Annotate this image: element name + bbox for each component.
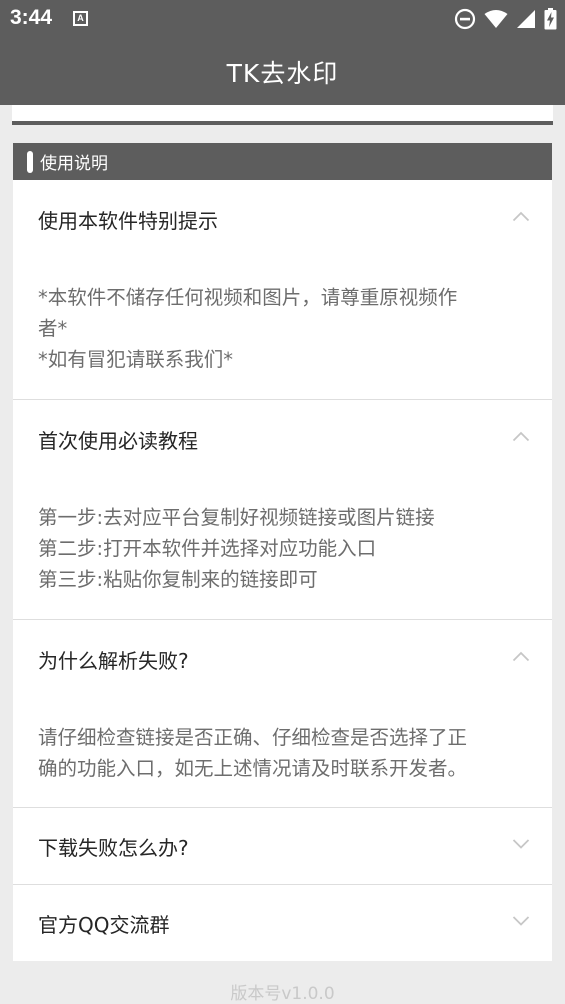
faq-header[interactable]: 下载失败怎么办?	[13, 808, 552, 884]
faq-panel-special-notice: 使用本软件特别提示 *本软件不储存任何视频和图片，请尊重原视频作 者* *如有冒…	[13, 180, 552, 400]
battery-charging-icon	[544, 8, 557, 30]
faq-title: 为什么解析失败?	[38, 648, 189, 673]
section-title: 使用说明	[40, 154, 108, 174]
faq-title: 首次使用必读教程	[38, 428, 198, 453]
faq-line: 者*	[38, 317, 68, 340]
app-bar: TK去水印	[0, 38, 565, 105]
faq-title: 下载失败怎么办?	[38, 835, 189, 860]
chevron-down-icon[interactable]	[512, 915, 530, 927]
faq-line: 第二步:打开本软件并选择对应功能入口	[38, 537, 377, 560]
version-label: 版本号v1.0.0	[230, 984, 335, 1004]
faq-title: 使用本软件特别提示	[38, 208, 218, 233]
notification-a-icon: A	[73, 11, 88, 26]
faq-line: *如有冒犯请联系我们*	[38, 348, 234, 371]
faq-line: 第一步:去对应平台复制好视频链接或图片链接	[38, 506, 435, 529]
faq-body: 请仔细检查链接是否正确、仔细检查是否选择了正 确的功能入口，如无上述情况请及时联…	[13, 698, 552, 784]
status-icons	[454, 7, 557, 31]
faq-header[interactable]: 为什么解析失败?	[13, 620, 552, 698]
faq-panel-download-failed: 下载失败怎么办?	[13, 808, 552, 885]
faq-panel-qq-group: 官方QQ交流群	[13, 885, 552, 961]
faq-title: 官方QQ交流群	[38, 912, 170, 937]
cell-signal-icon	[517, 10, 535, 28]
wifi-icon	[484, 10, 508, 28]
faq-header[interactable]: 首次使用必读教程	[13, 400, 552, 478]
app-title: TK去水印	[226, 58, 339, 88]
section-header: 使用说明	[13, 143, 552, 180]
faq-body: 第一步:去对应平台复制好视频链接或图片链接 第二步:打开本软件并选择对应功能入口…	[13, 478, 552, 595]
chevron-up-icon[interactable]	[512, 650, 530, 662]
faq-line: *本软件不储存任何视频和图片，请尊重原视频作	[38, 286, 458, 309]
status-bar: 3:44 A	[0, 0, 565, 38]
chevron-up-icon[interactable]	[512, 210, 530, 222]
top-card-strip	[12, 105, 553, 125]
faq-panel-parse-failed: 为什么解析失败? 请仔细检查链接是否正确、仔细检查是否选择了正 确的功能入口，如…	[13, 620, 552, 808]
do-not-disturb-icon	[454, 8, 476, 30]
faq-body: *本软件不储存任何视频和图片，请尊重原视频作 者* *如有冒犯请联系我们*	[13, 258, 552, 375]
section-marker	[27, 150, 33, 173]
status-time: 3:44	[10, 6, 53, 29]
faq-header[interactable]: 官方QQ交流群	[13, 885, 552, 961]
faq-header[interactable]: 使用本软件特别提示	[13, 180, 552, 258]
faq-panel-tutorial: 首次使用必读教程 第一步:去对应平台复制好视频链接或图片链接 第二步:打开本软件…	[13, 400, 552, 620]
chevron-down-icon[interactable]	[512, 838, 530, 850]
faq-line: 第三步:粘贴你复制来的链接即可	[38, 568, 318, 591]
chevron-up-icon[interactable]	[512, 430, 530, 442]
faq-line: 确的功能入口，如无上述情况请及时联系开发者。	[38, 757, 468, 780]
faq-line: 请仔细检查链接是否正确、仔细检查是否选择了正	[38, 726, 468, 749]
